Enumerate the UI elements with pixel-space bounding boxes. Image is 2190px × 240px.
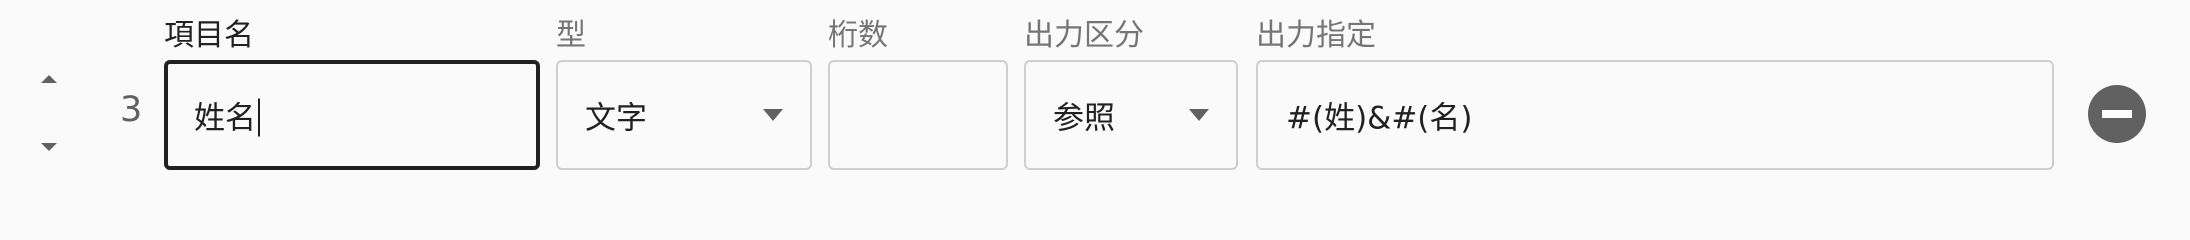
item-name-input[interactable]: 姓名 (164, 60, 540, 170)
move-up-button[interactable] (32, 62, 66, 96)
digits-label: 桁数 (828, 18, 888, 53)
remove-row-button[interactable] (2088, 85, 2146, 143)
item-name-value: 姓名 (194, 100, 256, 137)
item-name-label: 項目名 (164, 18, 254, 53)
item-name-value-wrap: 姓名 (194, 93, 260, 138)
digits-input[interactable] (828, 60, 1008, 170)
output-spec-input[interactable]: #(姓)&#(名) (1256, 60, 2054, 170)
text-caret (258, 98, 260, 136)
type-select[interactable]: 文字 (556, 60, 812, 170)
field-row: 3 項目名 姓名 型 文字 桁数 出力区分 参照 出力指定 #(姓)&#(名) (0, 0, 2190, 218)
remove-circle-icon (2102, 110, 2132, 118)
output-spec-value: #(姓)&#(名) (1286, 100, 1473, 137)
move-down-button[interactable] (32, 130, 66, 164)
output-category-select[interactable]: 参照 (1024, 60, 1238, 170)
output-category-label: 出力区分 (1024, 18, 1144, 53)
arrow-drop-down-icon (763, 109, 783, 121)
output-category-value: 参照 (1053, 100, 1115, 137)
arrow-drop-down-icon (1189, 109, 1209, 121)
output-spec-label: 出力指定 (1256, 18, 1376, 53)
chevron-down-icon (41, 143, 57, 151)
type-value: 文字 (585, 100, 647, 137)
type-label: 型 (556, 18, 586, 53)
chevron-up-icon (41, 75, 57, 83)
row-number: 3 (120, 90, 143, 130)
